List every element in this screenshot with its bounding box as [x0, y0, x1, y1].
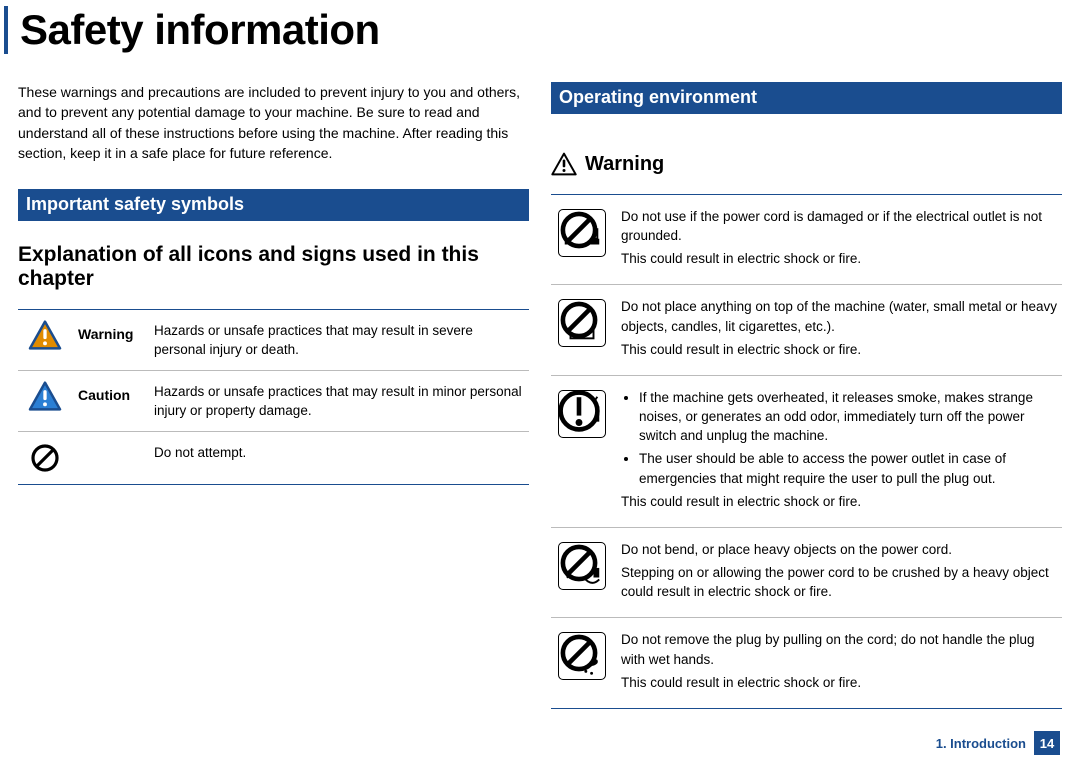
- prohibit-icon: [29, 442, 61, 474]
- symbol-label: Warning: [78, 320, 142, 342]
- caution-triangle-icon: [28, 381, 62, 411]
- page-title: Safety information: [4, 6, 1080, 54]
- warning-triangle-icon: [551, 152, 577, 176]
- prohibit-badge-icon: [556, 297, 602, 343]
- prohibit-badge-icon: [556, 207, 602, 253]
- warn-bullet: If the machine gets overheated, it relea…: [639, 388, 1058, 445]
- picto-objects-on-machine-icon: [558, 299, 606, 347]
- prohibit-badge-icon: [556, 540, 602, 586]
- page-number-badge: 14: [1034, 731, 1060, 755]
- symbol-row-caution: Caution Hazards or unsafe practices that…: [18, 371, 529, 431]
- picto-overheat-unplug-icon: [558, 390, 606, 438]
- warning-heading-text: Warning: [585, 153, 664, 176]
- warn-text: Do not bend, or place heavy objects on t…: [621, 540, 1058, 559]
- symbol-table: Warning Hazards or unsafe practices that…: [18, 310, 529, 485]
- symbol-label: Caution: [78, 381, 142, 403]
- warn-bullet: The user should be able to access the po…: [639, 449, 1058, 487]
- warn-text: This could result in electric shock or f…: [621, 340, 1058, 359]
- prohibit-badge-icon: [556, 630, 602, 676]
- two-column-layout: These warnings and precautions are inclu…: [0, 82, 1080, 709]
- symbol-row-donot: Do not attempt.: [18, 432, 529, 484]
- warn-row: Do not place anything on top of the mach…: [551, 285, 1062, 374]
- picto-bend-cord-icon: [558, 542, 606, 590]
- warn-text: Do not place anything on top of the mach…: [621, 297, 1058, 335]
- symbol-row-warning: Warning Hazards or unsafe practices that…: [18, 310, 529, 370]
- warn-text: Stepping on or allowing the power cord t…: [621, 563, 1058, 601]
- sub-heading-explanation: Explanation of all icons and signs used …: [18, 243, 529, 299]
- section-bar-operating-env: Operating environment: [551, 82, 1062, 114]
- warn-row: Do not remove the plug by pulling on the…: [551, 618, 1062, 707]
- left-column: These warnings and precautions are inclu…: [18, 82, 529, 709]
- warn-text: This could result in electric shock or f…: [621, 673, 1058, 692]
- picto-wet-hands-plug-icon: [558, 632, 606, 680]
- symbol-label: [78, 442, 142, 448]
- warn-text: Do not remove the plug by pulling on the…: [621, 630, 1058, 668]
- symbol-desc: Hazards or unsafe practices that may res…: [154, 381, 523, 421]
- symbol-desc: Do not attempt.: [154, 442, 523, 463]
- section-bar-symbols: Important safety symbols: [18, 189, 529, 221]
- warning-subsection-heading: Warning: [551, 152, 1062, 176]
- warning-triangle-icon: [28, 320, 62, 350]
- symbol-desc: Hazards or unsafe practices that may res…: [154, 320, 523, 360]
- warn-row: If the machine gets overheated, it relea…: [551, 376, 1062, 527]
- intro-paragraph: These warnings and precautions are inclu…: [18, 82, 529, 163]
- warn-row: Do not use if the power cord is damaged …: [551, 195, 1062, 284]
- warn-row: Do not bend, or place heavy objects on t…: [551, 528, 1062, 617]
- page-footer: 1. Introduction 14: [936, 731, 1060, 755]
- warn-text: This could result in electric shock or f…: [621, 492, 1058, 511]
- right-column: Operating environment Warning: [551, 82, 1062, 709]
- warn-text: Do not use if the power cord is damaged …: [621, 207, 1058, 245]
- picto-damaged-cord-icon: [558, 209, 606, 257]
- breadcrumb: 1. Introduction: [936, 736, 1026, 751]
- warn-text: This could result in electric shock or f…: [621, 249, 1058, 268]
- mandatory-badge-icon: [556, 388, 602, 434]
